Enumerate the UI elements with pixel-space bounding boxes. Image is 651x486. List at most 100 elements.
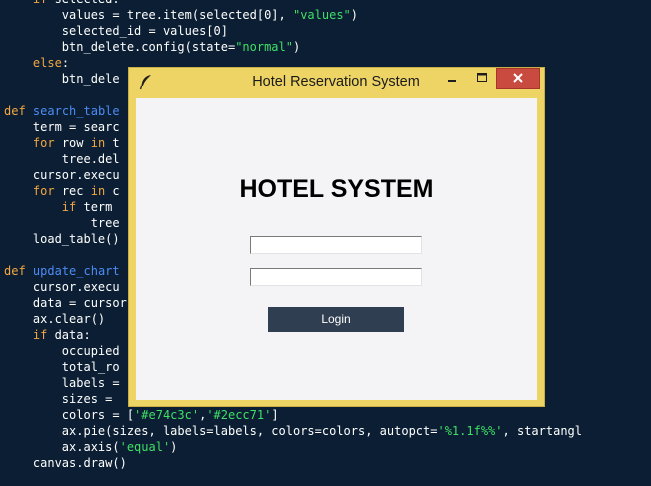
code-token: : (61, 56, 70, 70)
page-title: HOTEL SYSTEM (239, 175, 434, 203)
code-line: else: (4, 55, 69, 71)
code-line: sizes = (4, 391, 113, 407)
title-bar[interactable]: Hotel Reservation System (129, 68, 544, 97)
code-line: canvas.draw() (4, 455, 127, 471)
code-token: ax.clear() (4, 312, 106, 326)
code-line: cursor.execu (4, 167, 120, 183)
code-token: rec (54, 184, 91, 198)
code-token: ) (170, 440, 178, 454)
code-line: tree (4, 215, 120, 231)
code-token: "normal" (235, 40, 293, 54)
code-line: if selected: (4, 0, 120, 7)
code-token: t (105, 136, 120, 150)
code-token: ) (350, 8, 359, 22)
code-token: def (4, 104, 26, 118)
code-token: in (90, 184, 106, 198)
code-line: ax.clear() (4, 311, 105, 327)
code-token: data = cursor (4, 296, 127, 310)
code-token: if (33, 0, 47, 6)
code-token: c (105, 184, 120, 198)
code-line: def search_table (4, 103, 120, 119)
code-line: values = tree.item(selected[0], "values"… (4, 7, 358, 23)
window-content: HOTEL SYSTEM Login (136, 98, 537, 400)
code-line: data = cursor (4, 295, 127, 311)
close-icon (513, 73, 523, 83)
code-token: cursor.execu (4, 280, 120, 294)
code-token: values = tree.item(selected[0], (4, 8, 293, 22)
code-token: 'equal' (119, 440, 171, 454)
code-token: def (4, 264, 26, 278)
maximize-icon (477, 73, 487, 82)
close-button[interactable] (496, 68, 540, 89)
code-token: search_table (32, 104, 120, 118)
code-token: tree (4, 216, 120, 230)
code-token: , startangl (502, 424, 582, 438)
minimize-button[interactable] (437, 68, 467, 90)
code-token: if (32, 328, 48, 342)
code-token: load_table() (4, 232, 120, 246)
code-line: labels = (4, 375, 120, 391)
maximize-button[interactable] (467, 68, 497, 90)
code-line: if term (4, 199, 113, 215)
code-token: occupied (4, 344, 120, 358)
login-window: Hotel Reservation System HOTEL SYSTEM Lo… (128, 67, 545, 407)
code-token: '#e74c3c' (134, 408, 200, 422)
code-token: "values" (292, 8, 351, 22)
code-line: btn_dele (4, 71, 120, 87)
code-token: term = searc (4, 120, 120, 134)
feather-icon (139, 75, 151, 90)
code-token: btn_dele (4, 72, 120, 86)
code-token: term (76, 200, 113, 214)
code-line: if data: (4, 327, 91, 343)
code-token: in (90, 136, 106, 150)
code-token: colors = [ (4, 408, 135, 422)
code-line: for rec in c (4, 183, 120, 199)
code-line: colors = ['#e74c3c','#2ecc71'] (4, 407, 279, 423)
code-line: load_table() (4, 231, 120, 247)
code-token: '#2ecc71' (206, 408, 272, 422)
code-token: else (32, 56, 62, 70)
code-token: sizes = (4, 392, 113, 406)
code-token: total_ro (4, 360, 120, 374)
code-token: if (61, 200, 77, 214)
code-token: selected: (47, 0, 120, 6)
login-button[interactable]: Login (268, 307, 404, 332)
code-token: data: (47, 328, 91, 342)
code-token: ax.axis( (4, 440, 120, 454)
code-token: cursor.execu (4, 168, 120, 182)
code-line: occupied (4, 343, 120, 359)
code-token: '%1.1f%%' (437, 424, 503, 438)
code-token: btn_delete.config(state= (4, 40, 236, 54)
code-line: for row in t (4, 135, 120, 151)
code-token: ax.pie(sizes, labels=labels, colors=colo… (4, 424, 438, 438)
minimize-icon (448, 80, 456, 82)
code-token: selected_id = values[0] (4, 24, 228, 38)
code-line: btn_delete.config(state="normal") (4, 39, 300, 55)
code-token: canvas.draw() (4, 456, 127, 470)
code-line: ax.axis('equal') (4, 439, 178, 455)
code-line: tree.del (4, 151, 120, 167)
code-token: tree.del (4, 152, 120, 166)
code-token: labels = (4, 376, 120, 390)
username-input[interactable] (250, 236, 422, 254)
code-token: row (54, 136, 91, 150)
code-line: term = searc (4, 119, 120, 135)
code-line: def update_chart (4, 263, 120, 279)
code-token: for (32, 184, 55, 198)
code-token: for (32, 136, 55, 150)
code-line: ax.pie(sizes, labels=labels, colors=colo… (4, 423, 582, 439)
code-token: update_chart (32, 264, 120, 278)
code-line: selected_id = values[0] (4, 23, 228, 39)
password-input[interactable] (250, 268, 422, 286)
code-token: ] (271, 408, 279, 422)
code-token: ) (292, 40, 301, 54)
code-line: total_ro (4, 359, 120, 375)
